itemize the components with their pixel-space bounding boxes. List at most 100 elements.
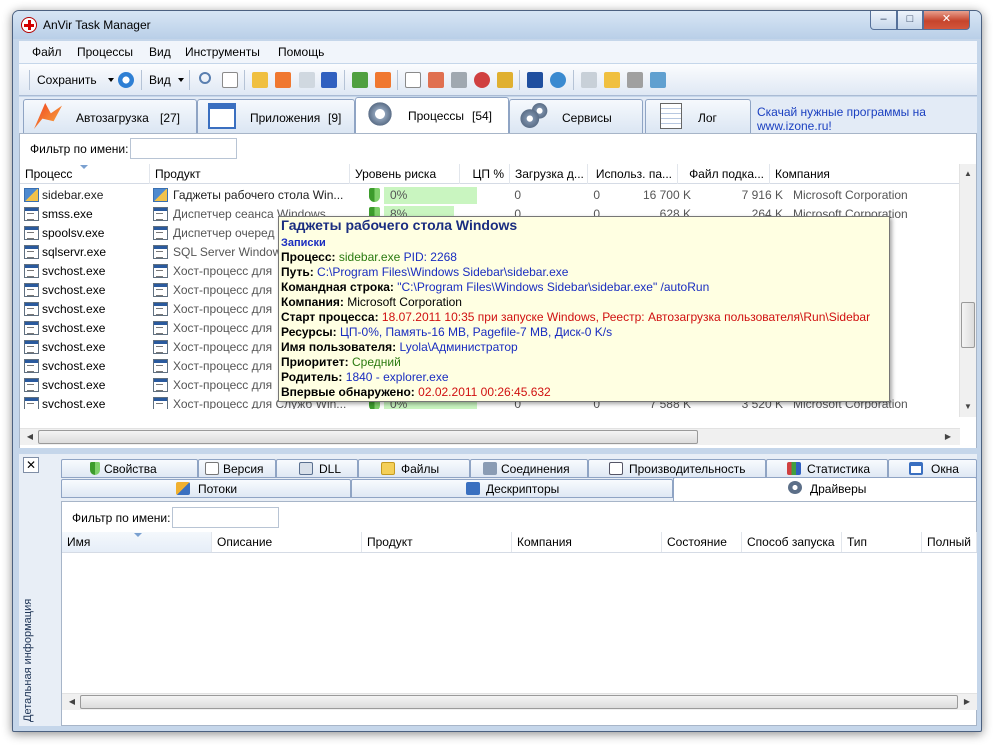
tab-handles[interactable]: Дескрипторы [351,479,673,498]
tab-processes[interactable]: Процессы [54] [355,97,509,134]
scroll-left-icon[interactable]: ◀ [22,429,38,445]
title-bar[interactable]: AnVir Task Manager – □ ✕ [13,11,981,39]
view-button[interactable]: Вид [149,73,171,87]
tab-files[interactable]: Файлы [358,459,470,478]
horizontal-scroll-thumb[interactable] [80,695,958,709]
tooltip-key: Компания: [281,295,344,309]
column-state[interactable]: Состояние [662,532,742,552]
gear-icon[interactable] [428,72,444,88]
priority-up-icon[interactable] [321,72,337,88]
folder-icon[interactable] [252,72,268,88]
sync-icon[interactable] [650,72,666,88]
scroll-down-icon[interactable]: ▼ [960,399,976,415]
column-start-type[interactable]: Способ запуска [742,532,842,552]
tab-applications[interactable]: Приложения [9] [197,99,355,133]
vertical-scroll-thumb[interactable] [961,302,975,348]
tab-files-label: Файлы [401,462,440,476]
tab-startup[interactable]: Автозагрузка [27] [23,99,197,133]
process-tooltip: Гаджеты рабочего стола Windows Записки П… [278,216,890,402]
column-cpu[interactable]: ЦП % [460,164,510,184]
tab-threads[interactable]: Потоки [61,479,351,498]
save-dropdown-icon[interactable] [108,78,114,82]
pointer-icon[interactable] [299,72,315,88]
view-dropdown-icon[interactable] [178,78,184,82]
properties-icon[interactable] [222,72,238,88]
restart-icon[interactable] [352,72,368,88]
tab-statistics[interactable]: Статистика [766,459,888,478]
tab-threads-label: Потоки [198,482,238,496]
risk-value: 0% [390,188,408,202]
refresh-icon[interactable] [118,72,134,88]
drivers-list[interactable] [62,553,977,693]
window-icon [208,103,236,129]
search-icon[interactable] [199,72,211,84]
horizontal-scroll-thumb[interactable] [38,430,698,444]
process-horizontal-scrollbar[interactable]: ◀ ▶ [20,428,960,445]
new-file-icon[interactable] [405,72,421,88]
menu-file[interactable]: Файл [32,45,62,59]
copy-icon[interactable] [581,72,597,88]
tab-performance[interactable]: Производительность [588,459,766,478]
menu-help[interactable]: Помощь [278,45,324,59]
exe-icon [24,397,39,409]
column-full[interactable]: Полный [922,532,977,552]
drivers-horizontal-scrollbar[interactable]: ◀ ▶ [62,693,977,710]
drivers-filter-input[interactable] [172,507,279,528]
process-row[interactable]: sidebar.exe Гаджеты рабочего стола Win..… [20,186,950,205]
export-icon[interactable] [497,72,513,88]
tooltip-notes[interactable]: Записки [281,236,326,251]
column-risk[interactable]: Уровень риска [350,164,460,184]
save-button[interactable]: Сохранить [37,73,97,87]
gears-icon [520,103,548,129]
tab-windows[interactable]: Окна [888,459,977,478]
close-icon[interactable]: ✕ [23,457,39,473]
settings-icon[interactable] [627,72,643,88]
details-side-bar[interactable]: Детальная информация [19,476,45,726]
tab-drivers[interactable]: Драйверы [673,477,977,501]
tab-dll[interactable]: DLL [276,459,358,478]
exe-icon [24,359,39,373]
ad-link[interactable]: Скачай нужные программы на www.izone.ru! [757,105,926,133]
tooltip-pid: PID: 2268 [403,250,457,264]
menu-tools[interactable]: Инструменты [185,45,260,59]
column-memory[interactable]: Использ. па... [588,164,678,184]
scroll-left-icon[interactable]: ◀ [64,694,80,710]
column-description[interactable]: Описание [212,532,362,552]
sort-descending-icon [80,165,88,169]
minimize-button[interactable]: – [870,11,897,30]
scroll-up-icon[interactable]: ▲ [960,166,976,182]
globe-icon[interactable] [550,72,566,88]
column-type[interactable]: Тип [842,532,922,552]
tab-connections[interactable]: Соединения [470,459,588,478]
open-folder-icon[interactable] [604,72,620,88]
tab-handles-label: Дескрипторы [486,482,560,496]
scroll-right-icon[interactable]: ▶ [959,694,975,710]
tab-properties[interactable]: Свойства [61,459,198,478]
toolbar-separator [189,70,190,90]
tooltip-path-line: Путь: C:\Program Files\Windows Sidebar\s… [281,265,568,280]
menu-view[interactable]: Вид [149,45,171,59]
scissors-icon[interactable] [451,72,467,88]
terminate-icon[interactable] [375,72,391,88]
column-product[interactable]: Продукт [150,164,350,184]
column-product[interactable]: Продукт [362,532,512,552]
exe-icon [24,245,39,259]
tab-log[interactable]: Лог [645,99,751,133]
process-filter-input[interactable] [130,138,237,159]
column-disk[interactable]: Загрузка д... [510,164,588,184]
menu-processes[interactable]: Процессы [77,45,133,59]
close-button[interactable]: ✕ [923,11,970,30]
console-icon[interactable] [527,72,543,88]
kill-process-icon[interactable] [275,72,291,88]
stop-icon[interactable] [474,72,490,88]
handles-icon [466,482,480,495]
column-pagefile[interactable]: Файл подка... [678,164,770,184]
tab-services[interactable]: Сервисы [509,99,643,133]
maximize-button[interactable]: □ [897,11,923,30]
column-company[interactable]: Компания [770,164,960,184]
column-company[interactable]: Компания [512,532,662,552]
tab-version[interactable]: Версия [198,459,276,478]
exe-icon [24,264,39,278]
process-vertical-scrollbar[interactable]: ▲ ▼ [959,164,976,417]
scroll-right-icon[interactable]: ▶ [940,429,956,445]
